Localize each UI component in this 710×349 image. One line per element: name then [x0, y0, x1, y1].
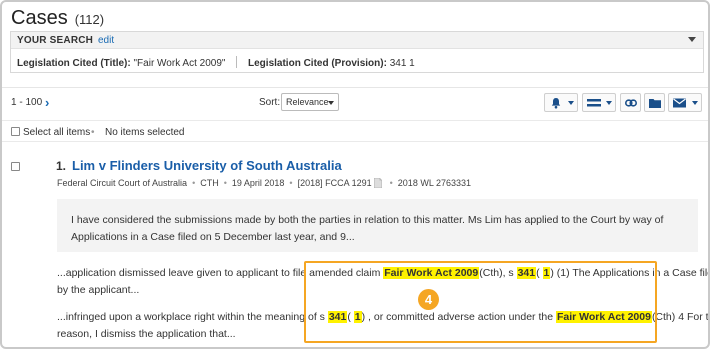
page-title: Cases: [11, 7, 68, 29]
snippet-text: (Cth), s: [479, 267, 517, 279]
meta-separator: •: [223, 178, 227, 188]
sort-selected-value: Relevance: [286, 97, 329, 107]
meta-separator: •: [289, 178, 293, 188]
selection-bar: Select all items • No items selected: [2, 120, 708, 142]
summary-text: I have considered the submissions made b…: [71, 214, 664, 243]
sort-label: Sort:: [259, 97, 281, 108]
decision-date: 19 April 2018: [231, 178, 285, 188]
criteria-label-title: Legislation Cited (Title):: [17, 58, 131, 69]
copy-link-button[interactable]: [620, 93, 641, 112]
view-options-button[interactable]: [582, 93, 616, 112]
edit-search-link[interactable]: edit: [98, 35, 114, 46]
selection-separator: •: [91, 127, 95, 138]
snippet-text: (: [536, 267, 543, 279]
snippet-line: reason, I dismiss the application that..…: [57, 328, 236, 340]
snippet-text: ) (1) The Applications in a Case filed: [550, 267, 710, 279]
save-to-folder-button[interactable]: [644, 93, 665, 112]
results-toolbar: 1 - 100 › Sort: Relevance: [2, 87, 708, 115]
your-search-panel: YOUR SEARCH edit Legislation Cited (Titl…: [10, 31, 704, 73]
meta-separator: •: [389, 178, 393, 188]
court-name: Federal Circuit Court of Australia: [57, 178, 188, 188]
email-icon: [673, 98, 686, 108]
snippet-line: ...application dismissed leave given to …: [57, 265, 710, 282]
snippet-text: ...infringed upon a workplace right with…: [57, 311, 328, 323]
westlaw-citation: 2018 WL 2763331: [397, 178, 472, 188]
results-page: Cases (112) YOUR SEARCH edit Legislation…: [0, 0, 710, 349]
result-checkbox[interactable]: [11, 162, 20, 171]
your-search-heading: YOUR SEARCH: [17, 35, 94, 46]
snippet-text: (Cth) 4 For that: [651, 311, 709, 323]
snippet-text: ...application dismissed leave given to …: [57, 267, 384, 279]
result-number: 1.: [56, 159, 67, 173]
result-metadata: Federal Circuit Court of Australia • CTH • 1…: [57, 178, 471, 188]
alert-caret-icon: [568, 101, 574, 105]
select-all-label[interactable]: Select all items: [23, 127, 90, 138]
link-icon: [625, 99, 637, 107]
search-term-highlight: 341: [516, 267, 537, 279]
snippet-text: (: [347, 311, 354, 323]
email-button[interactable]: [668, 93, 702, 112]
document-icon[interactable]: [373, 178, 382, 188]
sort-caret-icon: [328, 101, 334, 105]
search-term-highlight: 1: [353, 311, 362, 323]
search-criteria: Legislation Cited (Title): "Fair Work Ac…: [17, 56, 415, 69]
search-term-highlight: 341: [327, 311, 348, 323]
email-caret-icon: [692, 101, 698, 105]
selection-status: No items selected: [105, 127, 185, 138]
result-title-link[interactable]: Lim v Flinders University of South Austr…: [72, 158, 342, 173]
list-view-icon: [587, 99, 601, 107]
criteria-value-provision: 341 1: [389, 58, 415, 69]
alert-button[interactable]: [544, 93, 578, 112]
search-term-highlight: Fair Work Act 2009: [383, 267, 480, 279]
criteria-label-provision: Legislation Cited (Provision):: [248, 58, 387, 69]
snippet-1: ...application dismissed leave given to …: [57, 265, 710, 299]
bell-alert-icon: [551, 98, 561, 109]
snippet-line: ...infringed upon a workplace right with…: [57, 309, 709, 326]
meta-separator: •: [192, 178, 196, 188]
criteria-divider: [236, 56, 238, 68]
page-range: 1 - 100: [11, 97, 43, 108]
view-caret-icon: [606, 101, 612, 105]
select-all-checkbox[interactable]: [11, 127, 20, 136]
criteria-value-title: "Fair Work Act 2009": [133, 58, 226, 69]
jurisdiction: CTH: [200, 178, 219, 188]
snippet-text: ) , or committed adverse action under th…: [361, 311, 556, 323]
next-page-chevron-icon[interactable]: ›: [45, 95, 49, 110]
annotation-step-badge: 4: [418, 289, 439, 310]
result-summary: I have considered the submissions made b…: [57, 199, 698, 252]
sort-select[interactable]: Relevance: [281, 93, 339, 111]
citation: [2018] FCCA 1291: [297, 178, 372, 188]
snippet-2: ...infringed upon a workplace right with…: [57, 309, 709, 343]
search-term-highlight: Fair Work Act 2009: [555, 311, 652, 323]
result-count: (112): [74, 12, 105, 27]
your-search-header: YOUR SEARCH edit: [11, 32, 703, 49]
folder-icon: [649, 99, 661, 108]
collapse-search-chevron-icon[interactable]: [688, 37, 696, 42]
snippet-line: by the applicant...: [57, 284, 140, 296]
